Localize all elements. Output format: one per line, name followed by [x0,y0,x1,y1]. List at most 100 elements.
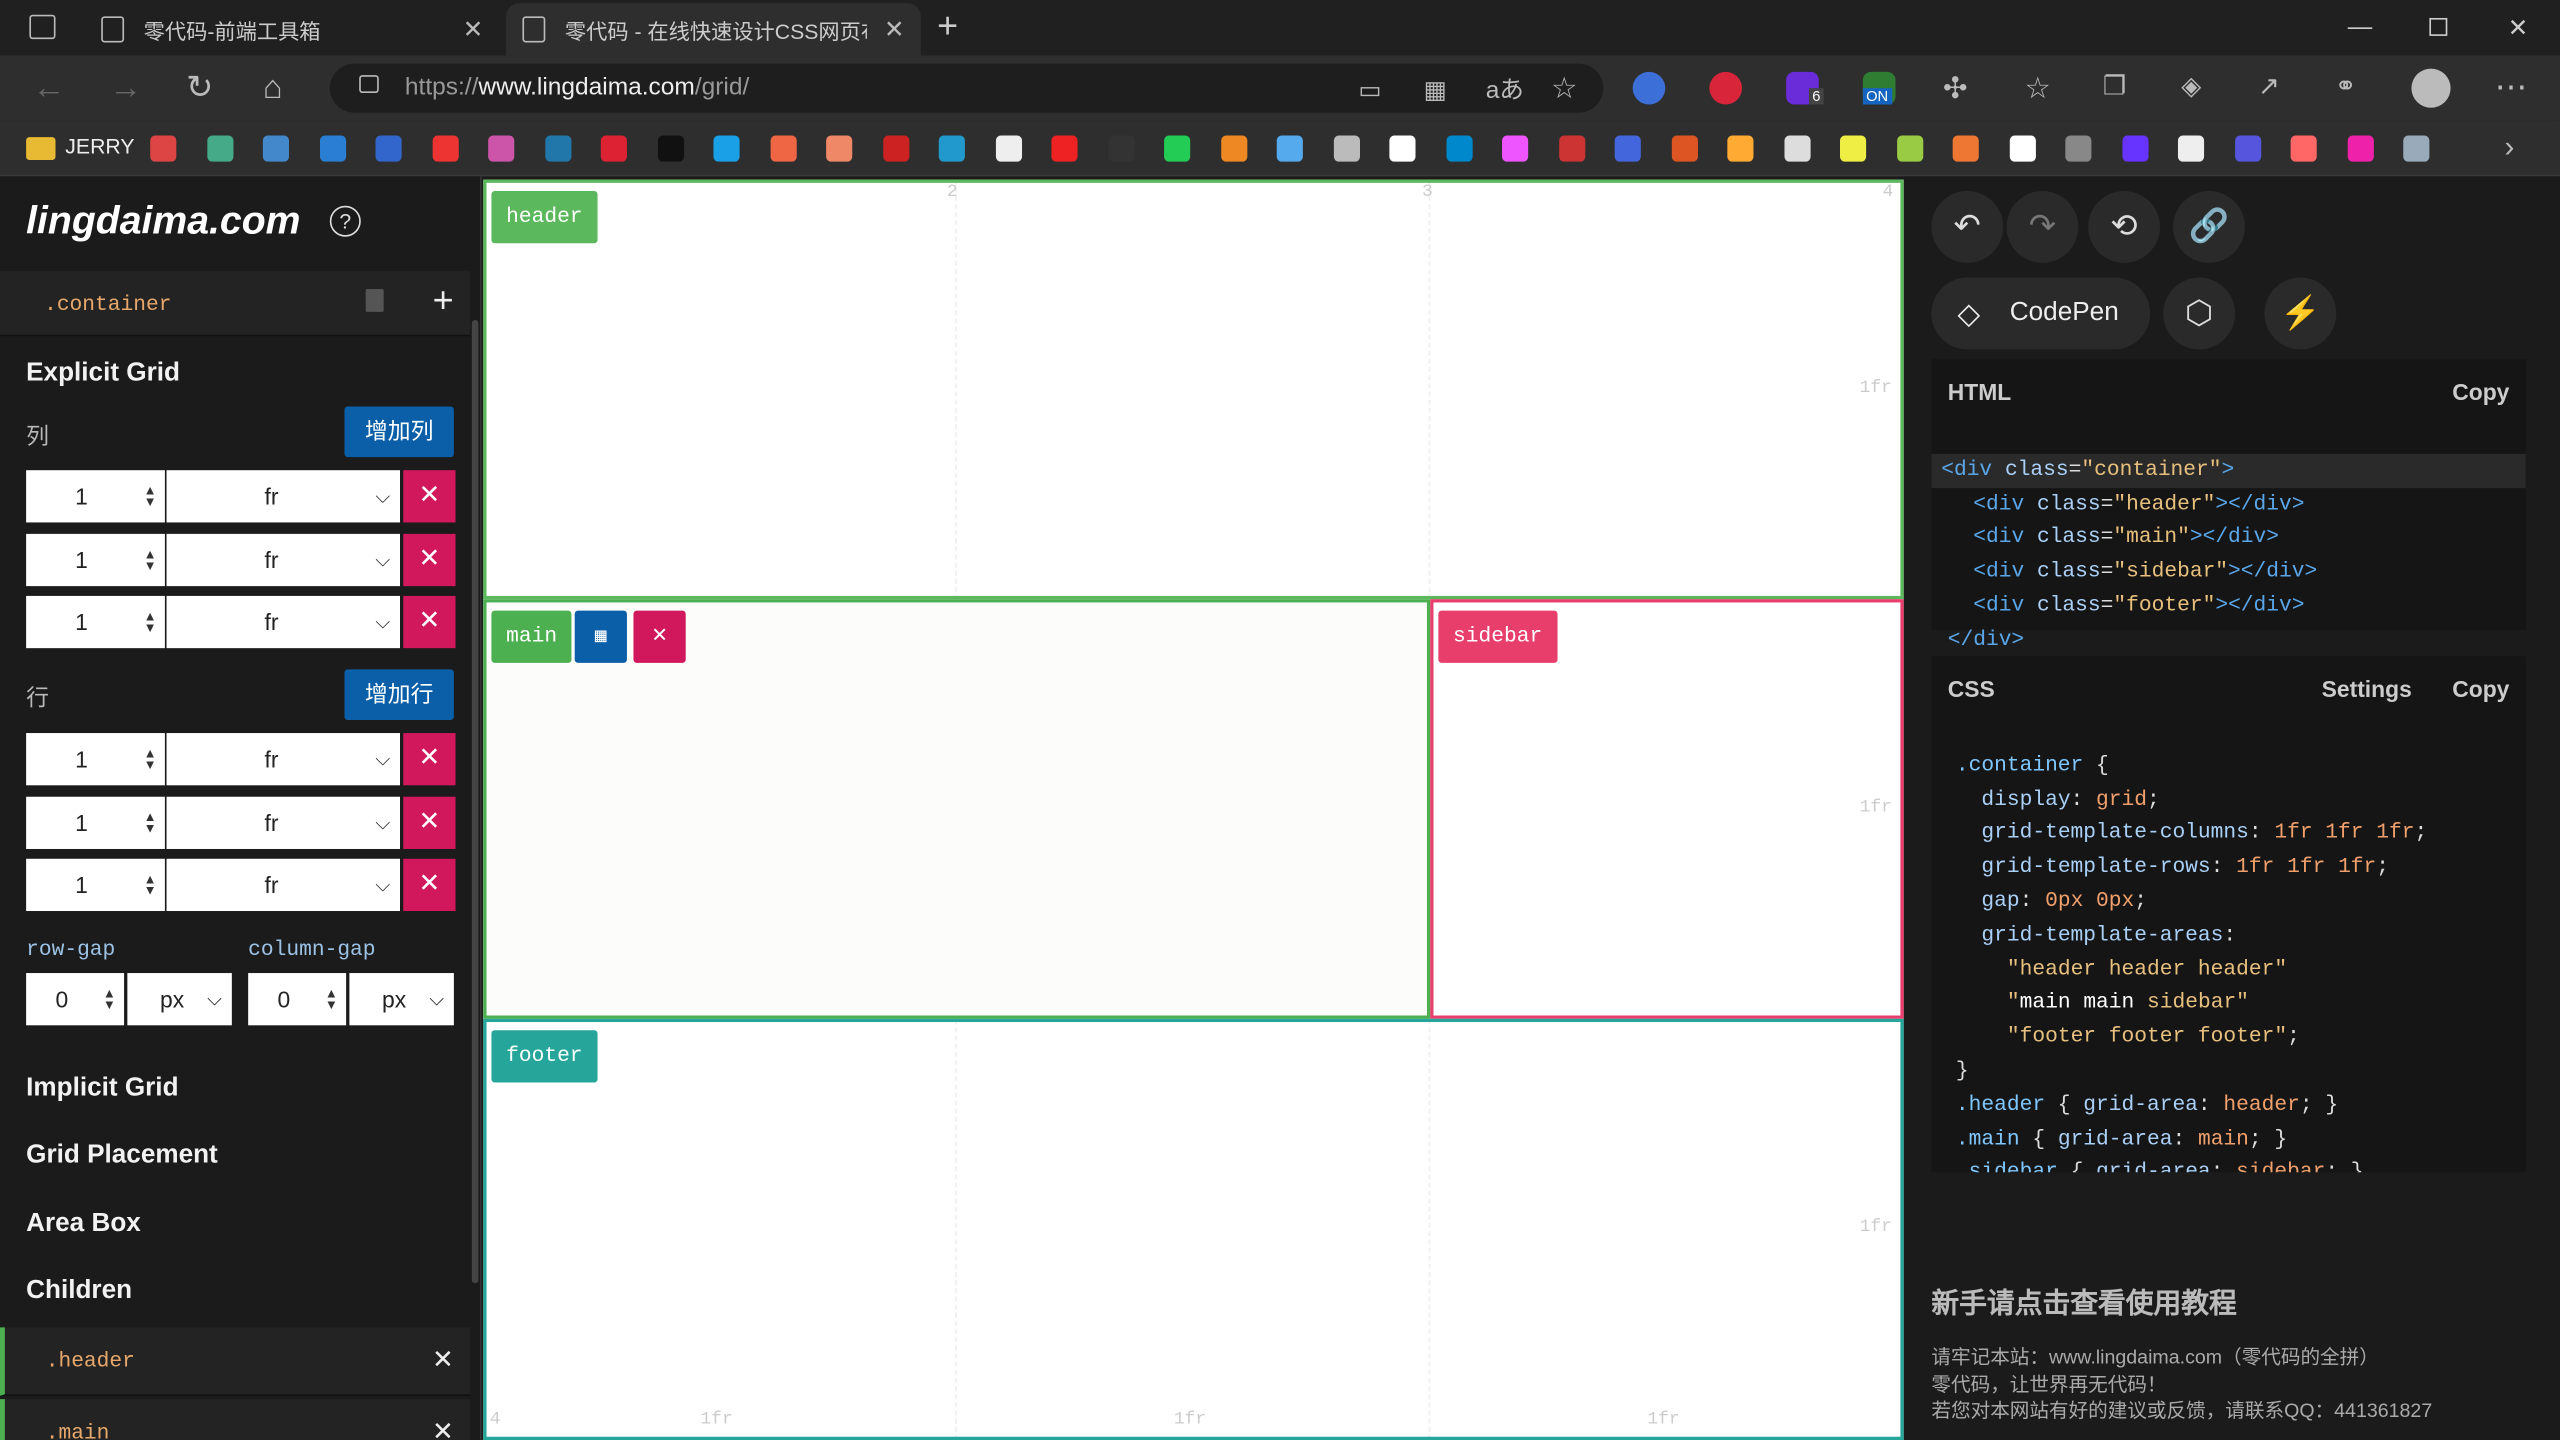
lock-icon[interactable] [359,75,379,94]
bookmark-icon[interactable] [375,135,402,162]
add-icon[interactable]: + [433,279,454,321]
delete-column-button[interactable]: ✕ [403,470,456,523]
collections-icon[interactable]: ❐ [2103,69,2126,108]
column-unit-select[interactable]: fr ⌵ [166,533,400,586]
codepen-button[interactable]: ◇ CodePen [1931,277,2151,350]
bookmark-icon[interactable] [1389,135,1416,162]
grid-placement-heading[interactable]: Grid Placement [26,1141,218,1170]
header-tag[interactable]: header [491,191,598,244]
css-copy-button[interactable]: Copy [2452,676,2509,702]
delete-row-button[interactable]: ✕ [403,858,456,912]
main-area[interactable]: main ▦ ✕ [483,599,1431,1019]
stepper-icon[interactable]: ▲ ▼ [144,547,157,571]
extensions-icon[interactable]: ✣ [1943,69,1968,108]
tab-2[interactable]: 零代码 - 在线快速设计CSS网页布 ✕ [506,3,921,56]
more-icon[interactable]: ⋯ [2495,69,2528,108]
tab-actions-icon[interactable] [29,14,56,40]
column-size-input[interactable]: 1 ▲ ▼ [26,470,165,523]
trash-icon[interactable] [365,288,384,312]
delete-row-button[interactable]: ✕ [403,733,456,786]
column-unit-select[interactable]: fr ⌵ [166,470,400,523]
column-size-input[interactable]: 1 ▲ ▼ [26,595,165,649]
help-icon[interactable]: ? [329,205,361,237]
bookmark-icon[interactable] [826,135,853,162]
cube-icon[interactable]: ⬡ [2163,277,2236,350]
area-box-heading[interactable]: Area Box [26,1210,141,1239]
html-copy-button[interactable]: Copy [2452,379,2509,405]
column-unit-select[interactable]: fr ⌵ [166,595,400,649]
implicit-grid-heading[interactable]: Implicit Grid [26,1074,178,1103]
row-size-input[interactable]: 1 ▲ ▼ [26,795,165,849]
stepper-icon[interactable]: ▲ ▼ [144,747,157,771]
close-window-icon[interactable]: ✕ [2508,13,2529,43]
maximize-icon[interactable] [2429,17,2448,36]
bookmark-icon[interactable] [657,135,684,162]
bookmark-icon[interactable] [600,135,627,162]
minimize-icon[interactable]: — [2348,13,2372,41]
stepper-icon[interactable]: ▲ ▼ [144,484,157,508]
column-size-input[interactable]: 1 ▲ ▼ [26,533,165,586]
bookmark-icon[interactable] [319,135,346,162]
tutorial-link[interactable]: 新手请点击查看使用教程 [1931,1280,2236,1321]
favorite-icon[interactable]: ☆ [1551,69,1577,108]
bookmark-icon[interactable] [262,135,289,162]
bookmark-icon[interactable] [1727,135,1754,162]
bookmark-icon[interactable] [1783,135,1810,162]
container-row[interactable]: .container + [0,271,471,337]
bookmark-icon[interactable] [2065,135,2092,162]
close-icon[interactable]: ✕ [432,1344,454,1377]
bookmark-icon[interactable] [1333,135,1360,162]
bookmark-icon[interactable] [1164,135,1191,162]
close-icon[interactable]: ✕ [463,15,484,44]
bookmark-icon[interactable] [150,135,177,162]
link-icon[interactable]: 🔗 [2173,191,2245,263]
home-icon[interactable]: ⌂ [263,69,283,108]
row-size-input[interactable]: 1 ▲ ▼ [26,858,165,912]
bookmark-icon[interactable] [2290,135,2317,162]
extension-icon[interactable] [1632,71,1666,105]
chevron-right-icon[interactable]: › [2504,127,2514,166]
bookmark-icon[interactable] [1220,135,1247,162]
row-gap-unit-select[interactable]: px ⌵ [127,973,232,1026]
bookmark-icon[interactable] [2008,135,2036,162]
header-area[interactable]: header [483,179,1904,600]
stepper-icon[interactable]: ▲ ▼ [144,873,157,897]
extension-icon[interactable]: ON [1862,71,1896,105]
forward-icon[interactable]: → [109,69,142,108]
bookmark-icon[interactable] [1614,135,1641,162]
bolt-icon[interactable]: ⚡ [2264,277,2337,350]
undo-icon[interactable]: ↶ [1931,191,2004,263]
extension-icon[interactable]: 6 [1786,71,1824,105]
bookmark-icon[interactable] [882,135,909,162]
bookmark-icon[interactable] [769,135,796,162]
favorites-icon[interactable]: ☆ [2024,69,2050,108]
column-gap-unit-select[interactable]: px ⌵ [349,973,454,1026]
bookmark-icon[interactable] [938,135,965,162]
extension-icon[interactable] [1709,71,1743,105]
bookmark-icon[interactable] [1952,135,1979,162]
child-item-main[interactable]: .main ✕ [0,1399,471,1440]
close-icon[interactable]: ✕ [633,610,686,663]
bookmark-icon[interactable] [1839,135,1867,162]
bookmark-icon[interactable] [995,135,1022,162]
share-icon[interactable]: ↗ [2258,69,2280,108]
footer-tag[interactable]: footer [491,1030,598,1083]
app-available-icon[interactable]: ▭ [1358,72,1381,111]
sidebar-area[interactable]: sidebar [1430,599,1904,1019]
bookmark-icon[interactable] [1502,135,1529,162]
close-icon[interactable]: ✕ [432,1416,454,1440]
bookmark-icon[interactable] [1896,135,1923,162]
add-row-button[interactable]: 增加行 [344,669,454,720]
grid-icon[interactable]: ▦ [574,610,627,663]
address-bar[interactable]: https://www.lingdaima.com/grid/ [329,63,1604,113]
bookmark-icon[interactable] [2403,135,2430,162]
bookmark-icon[interactable] [2234,135,2261,162]
row-unit-select[interactable]: fr ⌵ [166,733,400,786]
bookmark-icon[interactable] [1107,135,1134,162]
bookmark-icon[interactable] [1671,135,1698,162]
performance-icon[interactable]: ◈ [2181,69,2201,108]
read-aloud-icon[interactable]: aあ [1486,72,1524,111]
row-unit-select[interactable]: fr ⌵ [166,858,400,912]
delete-column-button[interactable]: ✕ [403,533,456,586]
bookmark-icon[interactable] [1051,135,1078,162]
